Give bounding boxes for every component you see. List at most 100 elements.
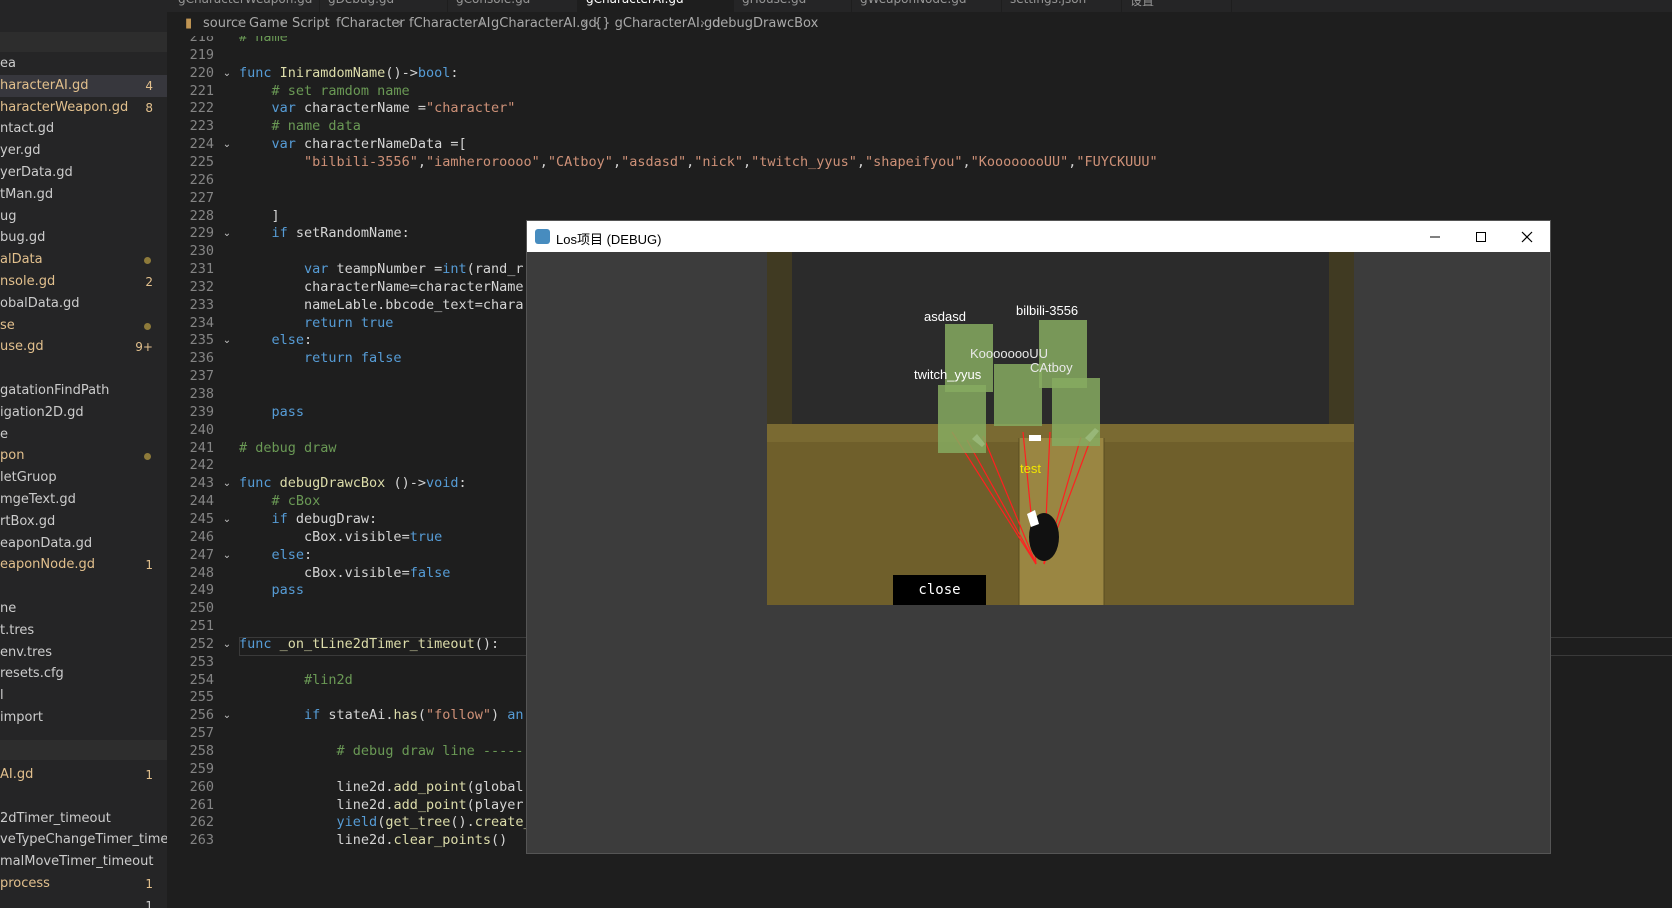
explorer-item[interactable]: eaponData.gd — [0, 533, 167, 555]
explorer-item[interactable]: eaponNode.gd 1 — [0, 554, 167, 576]
explorer-item[interactable]: pon — [0, 445, 167, 467]
code-line[interactable]: func IniramdomName()->bool: — [239, 64, 458, 83]
fold-chevron-icon[interactable]: ⌄ — [220, 64, 234, 83]
explorer-item[interactable]: e — [0, 424, 167, 446]
explorer-item[interactable]: bug.gd — [0, 227, 167, 249]
explorer-item[interactable]: ug — [0, 206, 167, 228]
explorer-item[interactable]: ntact.gd — [0, 118, 167, 140]
tab-1[interactable]: gCharacterWeapon.gd — [170, 0, 320, 12]
explorer-item[interactable]: se — [0, 315, 167, 337]
tab-7[interactable]: settings.json — [1002, 0, 1122, 12]
explorer-item[interactable]: process 1 — [0, 873, 167, 895]
explorer-item[interactable] — [0, 576, 167, 598]
code-line[interactable]: var characterName ="character" — [239, 99, 516, 118]
explorer-item[interactable]: use.gd 9+ — [0, 336, 167, 358]
explorer-item[interactable]: AI.gd 1 — [0, 764, 167, 786]
explorer-item[interactable]: tMan.gd — [0, 184, 167, 206]
code-line[interactable]: line2d.add_point(global — [239, 778, 524, 797]
code-line[interactable]: var teampNumber =int(rand_r — [239, 260, 523, 279]
tab-2[interactable]: gDebug.gd — [320, 0, 448, 12]
explorer-item[interactable]: nsole.gd 2 — [0, 271, 167, 293]
window-titlebar[interactable]: Los项目 (DEBUG) — [527, 221, 1550, 252]
npc-name-label: bilbili-3556 — [1016, 303, 1079, 318]
code-line[interactable]: nameLable.bbcode_text=chara — [239, 296, 523, 315]
explorer-item[interactable]: yerData.gd — [0, 162, 167, 184]
code-line[interactable]: #lin2d — [239, 671, 353, 690]
code-line[interactable]: func _on_tLine2dTimer_timeout(): — [239, 635, 499, 654]
maximize-button[interactable] — [1458, 221, 1504, 252]
code-line[interactable]: cBox.visible=false — [239, 564, 450, 583]
breadcrumb-item[interactable]: gCharacterAI.gd — [491, 16, 597, 31]
explorer-item[interactable]: igation2D.gd — [0, 402, 167, 424]
fold-chevron-icon[interactable]: ⌄ — [220, 510, 234, 529]
game-viewport[interactable]: asdasd bilbili-3556 KoooooooUU CAtboy tw… — [767, 252, 1354, 605]
close-button[interactable]: close — [893, 575, 986, 605]
fold-chevron-icon[interactable]: ⌄ — [220, 635, 234, 654]
code-line[interactable]: var characterNameData =[ — [239, 135, 467, 154]
explorer-item-label: malMoveTimer_timeout — [0, 854, 154, 870]
fold-chevron-icon[interactable]: ⌄ — [220, 224, 234, 243]
explorer-item[interactable]: l — [0, 685, 167, 707]
code-line[interactable]: "bilbili-3556","iamheroroooo","CAtboy","… — [239, 153, 1158, 172]
fold-chevron-icon[interactable]: ⌄ — [220, 546, 234, 565]
tab-5[interactable]: gHouse.gd — [734, 0, 852, 12]
fold-chevron-icon[interactable]: ⌄ — [220, 706, 234, 725]
explorer-item[interactable] — [0, 786, 167, 808]
line-number: 250 — [189, 600, 214, 617]
code-line[interactable]: if setRandomName: — [239, 224, 410, 243]
code-line[interactable]: if debugDraw: — [239, 510, 378, 529]
fold-chevron-icon[interactable]: ⌄ — [220, 135, 234, 154]
tab-3[interactable]: gConsole.gd — [448, 0, 578, 12]
explorer-item[interactable]: obalData.gd — [0, 293, 167, 315]
explorer-item[interactable]: resets.cfg — [0, 663, 167, 685]
code-line[interactable]: pass — [239, 403, 305, 422]
explorer-item[interactable] — [0, 358, 167, 380]
explorer-item[interactable]: 2dTimer_timeout — [0, 808, 167, 830]
code-line[interactable]: else: — [239, 331, 313, 350]
explorer-item[interactable]: t.tres — [0, 620, 167, 642]
explorer-item[interactable]: env.tres — [0, 642, 167, 664]
sidebar-section-header[interactable] — [0, 32, 167, 52]
breadcrumb-item[interactable]: debugDrawcBox — [712, 16, 818, 31]
close-window-button[interactable] — [1504, 221, 1550, 252]
explorer-item[interactable]: veTypeChangeTimer_timeout — [0, 829, 167, 851]
code-line[interactable]: # name data — [239, 117, 361, 136]
fold-chevron-icon[interactable]: ⌄ — [220, 331, 234, 350]
code-line[interactable]: return false — [239, 349, 402, 368]
code-line[interactable]: else: — [239, 546, 313, 565]
tab-4[interactable]: gCharacterAI.gd — [578, 0, 734, 12]
explorer-item[interactable]: malMoveTimer_timeout — [0, 851, 167, 873]
code-line[interactable]: cBox.visible=true — [239, 528, 442, 547]
code-line[interactable]: # set ramdom name — [239, 82, 410, 101]
explorer-item[interactable]: haracterWeapon.gd 8 — [0, 97, 167, 119]
explorer-item[interactable]: ne — [0, 598, 167, 620]
explorer-item[interactable]: gatationFindPath — [0, 380, 167, 402]
tab-6[interactable]: gWeaponNode.gd — [852, 0, 1002, 12]
code-line[interactable]: pass — [239, 581, 305, 600]
code-line[interactable]: # cBox — [239, 492, 321, 511]
explorer-item[interactable]: haracterAI.gd 4 — [0, 74, 167, 97]
explorer-item[interactable]: import — [0, 707, 167, 729]
explorer-item[interactable]: yer.gd — [0, 140, 167, 162]
code-line[interactable]: ] — [239, 207, 280, 226]
breadcrumb-item[interactable]: fCharacter — [336, 16, 405, 31]
code-line[interactable]: characterName=characterName — [239, 278, 523, 297]
code-line[interactable]: line2d.clear_points() — [239, 831, 508, 850]
fold-chevron-icon[interactable]: ⌄ — [220, 474, 234, 493]
code-line[interactable]: # name — [239, 36, 288, 47]
minimize-button[interactable] — [1412, 221, 1458, 252]
explorer-item[interactable]: ea — [0, 53, 167, 75]
explorer-item[interactable]: letGruop — [0, 467, 167, 489]
explorer-item[interactable]: mgeText.gd — [0, 489, 167, 511]
explorer-item[interactable]: rtBox.gd — [0, 511, 167, 533]
explorer-item[interactable]: alData — [0, 249, 167, 271]
tab-8[interactable]: 设置 — [1122, 0, 1232, 12]
explorer-item-label: ea — [0, 56, 16, 71]
code-line[interactable]: return true — [239, 314, 393, 333]
code-line[interactable]: func debugDrawcBox ()->void: — [239, 474, 467, 493]
code-line[interactable]: if stateAi.has("follow") an — [239, 706, 524, 725]
code-line[interactable]: # debug draw — [239, 439, 337, 458]
code-line[interactable]: # debug draw line ----- — [239, 742, 524, 761]
outline-section-header[interactable] — [0, 740, 167, 760]
explorer-item[interactable]: 1 — [0, 895, 167, 908]
